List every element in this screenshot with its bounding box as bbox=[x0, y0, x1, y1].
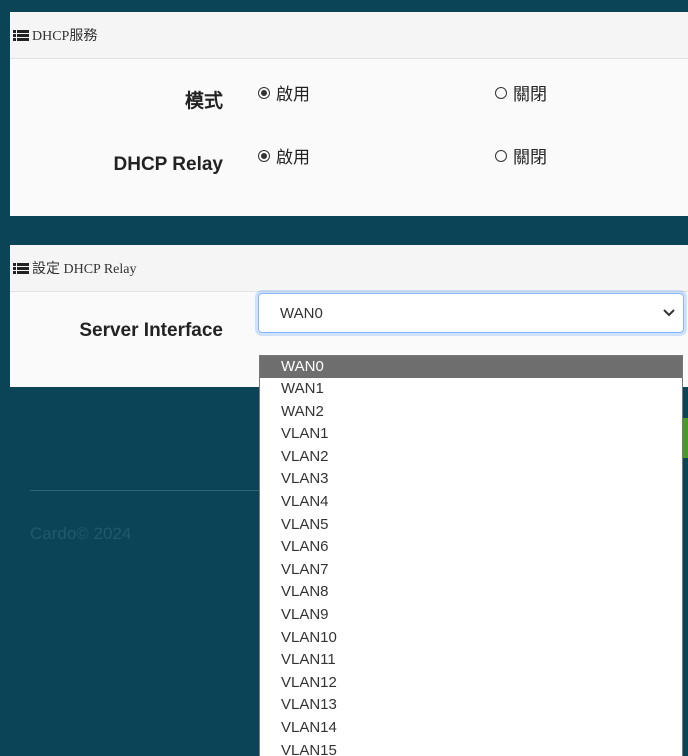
relay-config-header: 設定 DHCP Relay bbox=[10, 245, 688, 292]
mode-disable-label: 關閉 bbox=[513, 85, 547, 104]
dropdown-option-vlan12[interactable]: VLAN12 bbox=[260, 672, 682, 695]
dropdown-option-vlan1[interactable]: VLAN1 bbox=[260, 423, 682, 446]
dropdown-option-vlan9[interactable]: VLAN9 bbox=[260, 604, 682, 627]
dropdown-option-wan1[interactable]: WAN1 bbox=[260, 378, 682, 401]
dropdown-option-vlan13[interactable]: VLAN13 bbox=[260, 694, 682, 717]
radio-checked-icon bbox=[258, 149, 270, 162]
radio-unchecked-icon bbox=[495, 149, 507, 162]
relay-disable-label: 關閉 bbox=[513, 148, 547, 167]
dhcp-relay-label: DHCP Relay bbox=[113, 154, 223, 175]
relay-config-title: 設定 DHCP Relay bbox=[32, 262, 137, 277]
dropdown-option-vlan5[interactable]: VLAN5 bbox=[260, 514, 682, 537]
mode-enable-radio[interactable]: 啟用 bbox=[258, 80, 310, 105]
radio-checked-icon bbox=[258, 86, 270, 99]
list-icon bbox=[13, 29, 29, 41]
dhcp-service-panel: DHCP服務 模式 啟用 關閉 DHCP Relay 啟用 關閉 bbox=[10, 12, 688, 216]
chevron-down-icon bbox=[663, 309, 675, 317]
relay-enable-label: 啟用 bbox=[276, 148, 310, 167]
dropdown-option-vlan3[interactable]: VLAN3 bbox=[260, 468, 682, 491]
server-interface-dropdown[interactable]: WAN0 WAN1 WAN2 VLAN1 VLAN2 VLAN3 VLAN4 VLAN5 VLA… bbox=[259, 355, 683, 756]
relay-enable-radio[interactable]: 啟用 bbox=[258, 143, 310, 168]
mode-label: 模式 bbox=[184, 91, 223, 112]
mode-disable-radio[interactable]: 關閉 bbox=[495, 80, 547, 105]
relay-row: DHCP Relay 啟用 關閉 bbox=[10, 142, 688, 182]
dropdown-option-vlan7[interactable]: VLAN7 bbox=[260, 559, 682, 582]
dhcp-service-header: DHCP服務 bbox=[10, 12, 688, 59]
dropdown-option-vlan4[interactable]: VLAN4 bbox=[260, 491, 682, 514]
dropdown-option-vlan10[interactable]: VLAN10 bbox=[260, 627, 682, 650]
server-interface-select[interactable]: WAN0 bbox=[258, 293, 684, 333]
green-button-edge bbox=[683, 418, 688, 458]
dhcp-service-title: DHCP服務 bbox=[32, 29, 98, 44]
dropdown-option-wan0[interactable]: WAN0 bbox=[260, 356, 682, 378]
mode-enable-label: 啟用 bbox=[276, 85, 310, 104]
server-interface-value: WAN0 bbox=[280, 304, 323, 322]
dropdown-option-vlan11[interactable]: VLAN11 bbox=[260, 649, 682, 672]
dropdown-option-vlan8[interactable]: VLAN8 bbox=[260, 581, 682, 604]
relay-disable-radio[interactable]: 關閉 bbox=[495, 143, 547, 168]
dropdown-option-wan2[interactable]: WAN2 bbox=[260, 401, 682, 424]
mode-row: 模式 啟用 關閉 bbox=[10, 70, 688, 112]
server-interface-label: Server Interface bbox=[79, 320, 223, 341]
list-icon bbox=[13, 262, 29, 274]
dropdown-option-vlan6[interactable]: VLAN6 bbox=[260, 536, 682, 559]
dropdown-option-vlan14[interactable]: VLAN14 bbox=[260, 717, 682, 740]
footer-divider bbox=[30, 490, 259, 491]
dropdown-option-vlan15[interactable]: VLAN15 bbox=[260, 740, 682, 756]
dropdown-option-vlan2[interactable]: VLAN2 bbox=[260, 446, 682, 469]
footer-copyright: Cardo© 2024 bbox=[30, 524, 132, 543]
radio-unchecked-icon bbox=[495, 86, 507, 99]
